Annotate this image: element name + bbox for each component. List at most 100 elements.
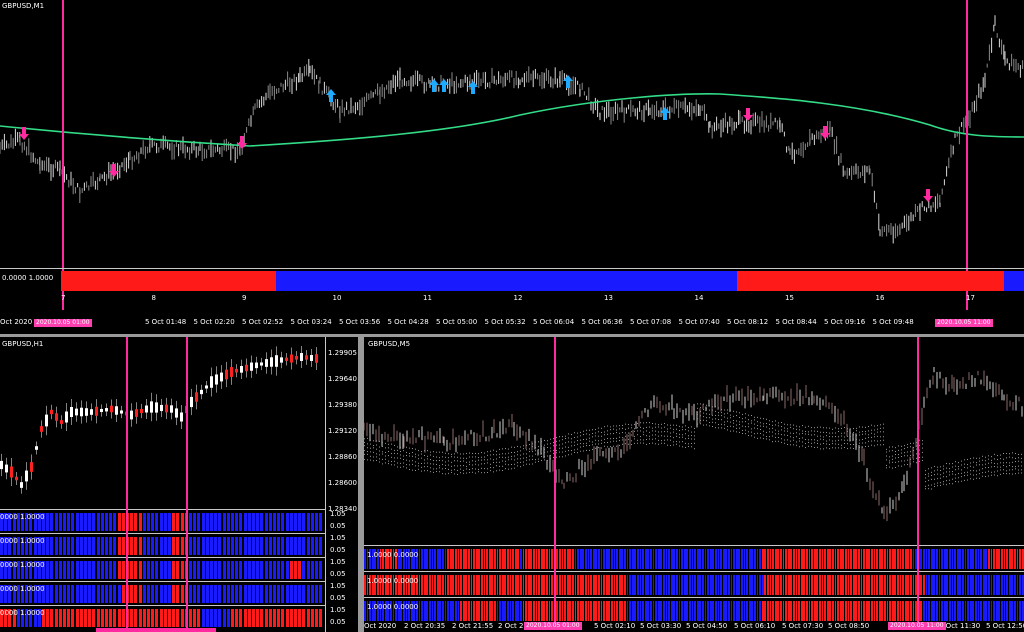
m5-indicator-stripe: [899, 601, 902, 621]
m5-indicator-stripe: [852, 601, 855, 621]
m5-chart-panel[interactable]: GBPUSD,M5 1.0000 0.0000 1.0000 0.0000 1.00…: [364, 337, 1024, 632]
m5-indicator-stripe: [509, 549, 512, 569]
h1-indicator-row: [0, 557, 326, 580]
h1-indicator-stripe: [84, 513, 87, 531]
h1-indicator-stripe: [58, 585, 62, 603]
m5-indicator-stripe: [1014, 575, 1016, 595]
h1-indicator-stripe: [205, 513, 209, 531]
m1-price-plot[interactable]: [0, 0, 1024, 270]
m5-indicator-stripe: [956, 549, 959, 569]
m5-indicator-stripe: [691, 575, 694, 595]
h1-indicator-stripe: [142, 609, 146, 627]
h1-vline-left[interactable]: [126, 337, 128, 632]
m5-indicator-stripe: [754, 575, 756, 595]
h1-indicator-stripe: [79, 561, 83, 579]
m5-indicator-stripe: [806, 575, 808, 595]
h1-indicator-stripe: [163, 561, 167, 579]
m5-indicator-stripe: [813, 601, 816, 621]
m5-indicator-stripe: [637, 549, 639, 569]
h1-vline-right[interactable]: [186, 337, 188, 632]
m5-indicator-stripe: [806, 601, 808, 621]
m1-upper-axis-label: 14: [694, 294, 704, 302]
h1-indicator-stripe: [285, 537, 289, 555]
m5-price-plot[interactable]: [364, 337, 1024, 542]
h1-indicator-stripe: [315, 609, 318, 627]
m5-indicator-stripe: [533, 549, 535, 569]
h1-indicator-stripe: [285, 561, 289, 579]
h1-indicator-stripe: [281, 513, 285, 531]
h1-indicator-stripe: [289, 537, 293, 555]
m5-indicator-stripe: [702, 575, 704, 595]
m5-vline-left[interactable]: [554, 337, 556, 622]
m5-indicator-stripe: [759, 549, 761, 569]
m5-indicator-stripe: [626, 549, 629, 569]
m5-indicator-stripe: [850, 575, 852, 595]
m5-indicator-stripe: [462, 575, 465, 595]
h1-indicator-stripe: [58, 609, 62, 627]
m5-indicator-stripe: [465, 601, 468, 621]
m5-indicator-stripe: [902, 601, 904, 621]
h1-indicator-stripe: [243, 561, 247, 579]
m5-indicator-stripe: [722, 601, 725, 621]
m5-indicator-stripe: [540, 549, 543, 569]
m5-indicator-stripe: [509, 575, 512, 595]
h1-chart-panel[interactable]: GBPUSD,H1 1.29905 1.29640 1.29380 1.29120 1.…: [0, 337, 358, 632]
m1-upper-axis-label: 16: [875, 294, 885, 302]
m5-indicator-stripe: [816, 549, 819, 569]
m5-vline-right[interactable]: [917, 337, 919, 622]
m5-indicator-stripe: [512, 601, 514, 621]
sell-arrow-icon: [923, 189, 933, 202]
m5-indicator-row: [364, 571, 1024, 596]
m5-indicator-stripe: [842, 601, 845, 621]
m5-indicator-stripe: [785, 549, 787, 569]
h1-indicator-stripe: [205, 609, 209, 627]
m5-indicator-stripe: [920, 575, 923, 595]
h1-indicator-stripe: [214, 537, 218, 555]
m5-indicator-stripe: [551, 549, 553, 569]
h1-indicator-stripe: [235, 513, 239, 531]
h1-indicator-stripe: [121, 585, 125, 603]
m5-indicator-stripe: [507, 601, 509, 621]
m5-indicator-stripe: [678, 575, 681, 595]
h1-indicator-stripe: [226, 609, 230, 627]
m5-indicator-stripe: [738, 601, 741, 621]
m5-time-axis-label: Oct 2020: [364, 622, 397, 630]
h1-indicator-label: 0000 1.0000: [0, 609, 45, 617]
m5-indicator-stripe: [426, 549, 429, 569]
m5-indicator-stripe: [954, 575, 956, 595]
m5-indicator-stripe: [600, 549, 603, 569]
h1-indicator-stripe: [96, 561, 100, 579]
m5-indicator-stripe: [865, 601, 868, 621]
m5-indicator-stripe: [587, 601, 590, 621]
h1-indicator-stripe: [176, 561, 180, 579]
h1-indicator-stripe: [319, 513, 323, 531]
m1-vline-right[interactable]: [966, 0, 968, 310]
m5-indicator-stripe: [735, 575, 738, 595]
m5-indicator-stripe: [780, 575, 782, 595]
h1-price-plot[interactable]: [0, 337, 326, 507]
m5-indicator-stripe: [639, 549, 642, 569]
m5-indicator-stripe: [673, 575, 676, 595]
h1-indicator-stripe: [285, 585, 289, 603]
m5-indicator-stripe: [423, 549, 426, 569]
m5-indicator-stripe: [722, 549, 725, 569]
h1-indicator-stripe: [218, 561, 222, 579]
m5-indicator-stripe: [699, 549, 702, 569]
m5-indicator-stripe: [787, 601, 790, 621]
m5-indicator-stripe: [462, 549, 465, 569]
h1-indicator-stripe: [142, 513, 146, 531]
m1-indicator-segment: [1003, 271, 1024, 291]
m5-candles: [364, 367, 1023, 522]
m5-indicator-stripe: [839, 549, 842, 569]
m5-indicator-stripe: [657, 575, 660, 595]
m1-chart-panel[interactable]: GBPUSD,M1 0.0000 1.0000 7 8 9 10 11 12 13 14 15 1…: [0, 0, 1024, 336]
m5-indicator-stripe: [608, 601, 611, 621]
m5-indicator-stripe: [460, 575, 462, 595]
m5-indicator-stripe: [923, 549, 925, 569]
m5-indicator-stripe: [556, 601, 559, 621]
m5-indicator-stripe: [475, 601, 478, 621]
m5-ichimoku-cloud: [364, 403, 1022, 490]
h1-indicator-stripe: [159, 513, 163, 531]
m5-indicator-stripe: [468, 549, 470, 569]
m1-vline-left[interactable]: [62, 0, 64, 310]
